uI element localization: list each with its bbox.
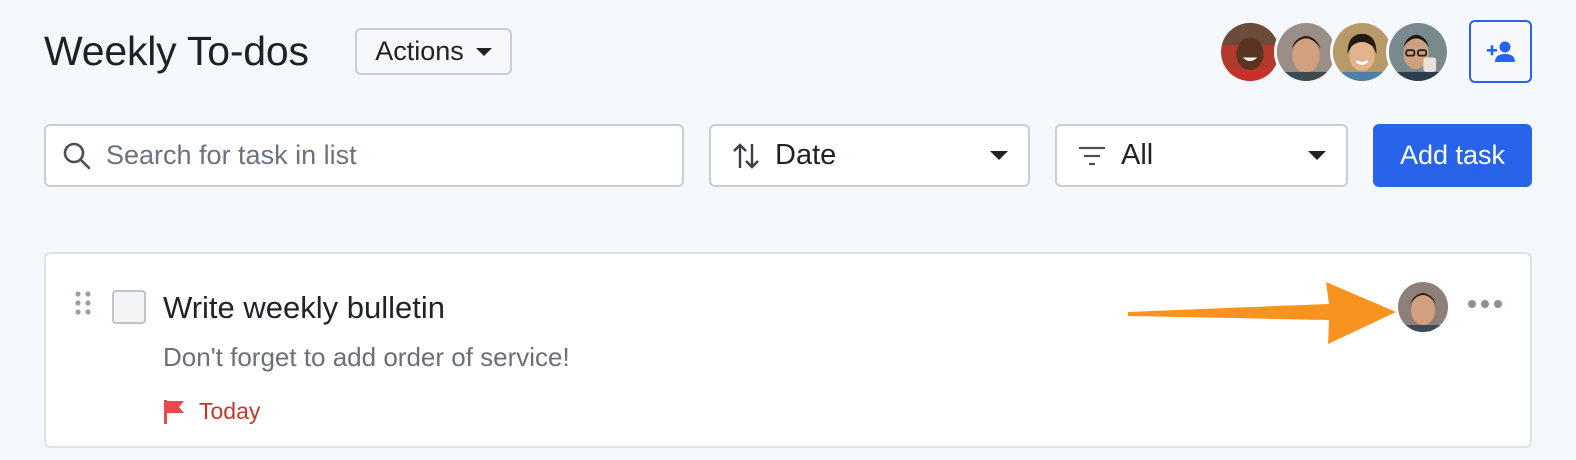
sort-label: Date — [775, 139, 837, 171]
collaborator-avatar-1[interactable] — [1218, 20, 1282, 84]
filter-select[interactable]: All — [1055, 124, 1348, 187]
invite-member-button[interactable] — [1469, 20, 1532, 83]
annotation-arrow-icon — [1128, 282, 1396, 344]
avatar-person-4-icon — [1389, 23, 1447, 81]
task-checkbox[interactable] — [112, 290, 146, 324]
task-title[interactable]: Write weekly bulletin — [163, 290, 445, 326]
more-dot — [1468, 300, 1476, 308]
more-options-icon[interactable] — [1468, 296, 1502, 312]
drag-handle-icon[interactable] — [74, 290, 92, 316]
caret-down-icon — [475, 47, 492, 56]
sort-arrows-icon — [733, 142, 759, 169]
collaborator-avatar-3[interactable] — [1330, 20, 1394, 84]
task-assignee-avatar[interactable] — [1398, 282, 1448, 332]
actions-dropdown-button[interactable]: Actions — [355, 28, 512, 75]
caret-down-icon — [990, 151, 1008, 160]
filter-label: All — [1121, 139, 1154, 171]
due-label: Today — [199, 398, 261, 424]
sort-select[interactable]: Date — [709, 124, 1030, 187]
due-date[interactable]: Today — [163, 398, 260, 425]
more-dot — [1481, 300, 1489, 308]
collaborator-avatars — [1218, 20, 1450, 84]
flag-icon — [164, 399, 184, 424]
add-task-button[interactable]: Add task — [1373, 124, 1532, 187]
avatar-person-3-icon — [1333, 23, 1391, 81]
caret-down-icon — [1308, 151, 1326, 160]
search-input[interactable] — [106, 140, 682, 171]
filter-lines-icon — [1079, 146, 1105, 165]
search-icon — [63, 142, 91, 169]
avatar-person-1-icon — [1221, 23, 1279, 81]
actions-label: Actions — [375, 36, 464, 66]
page: Weekly To-dos Actions Search for task in… — [0, 0, 1576, 460]
task-card[interactable]: Write weekly bulletin Don't forget to ad… — [44, 252, 1532, 448]
avatar-person-2-icon — [1398, 282, 1448, 332]
avatar-person-2-icon — [1277, 23, 1335, 81]
more-dot — [1494, 300, 1502, 308]
search-box[interactable] — [44, 124, 684, 187]
page-title: Weekly To-dos — [44, 28, 309, 74]
collaborator-avatar-2[interactable] — [1274, 20, 1338, 84]
add-person-icon — [1486, 41, 1515, 62]
collaborator-avatar-4[interactable] — [1386, 20, 1450, 84]
task-description: Don't forget to add order of service! — [163, 342, 570, 372]
